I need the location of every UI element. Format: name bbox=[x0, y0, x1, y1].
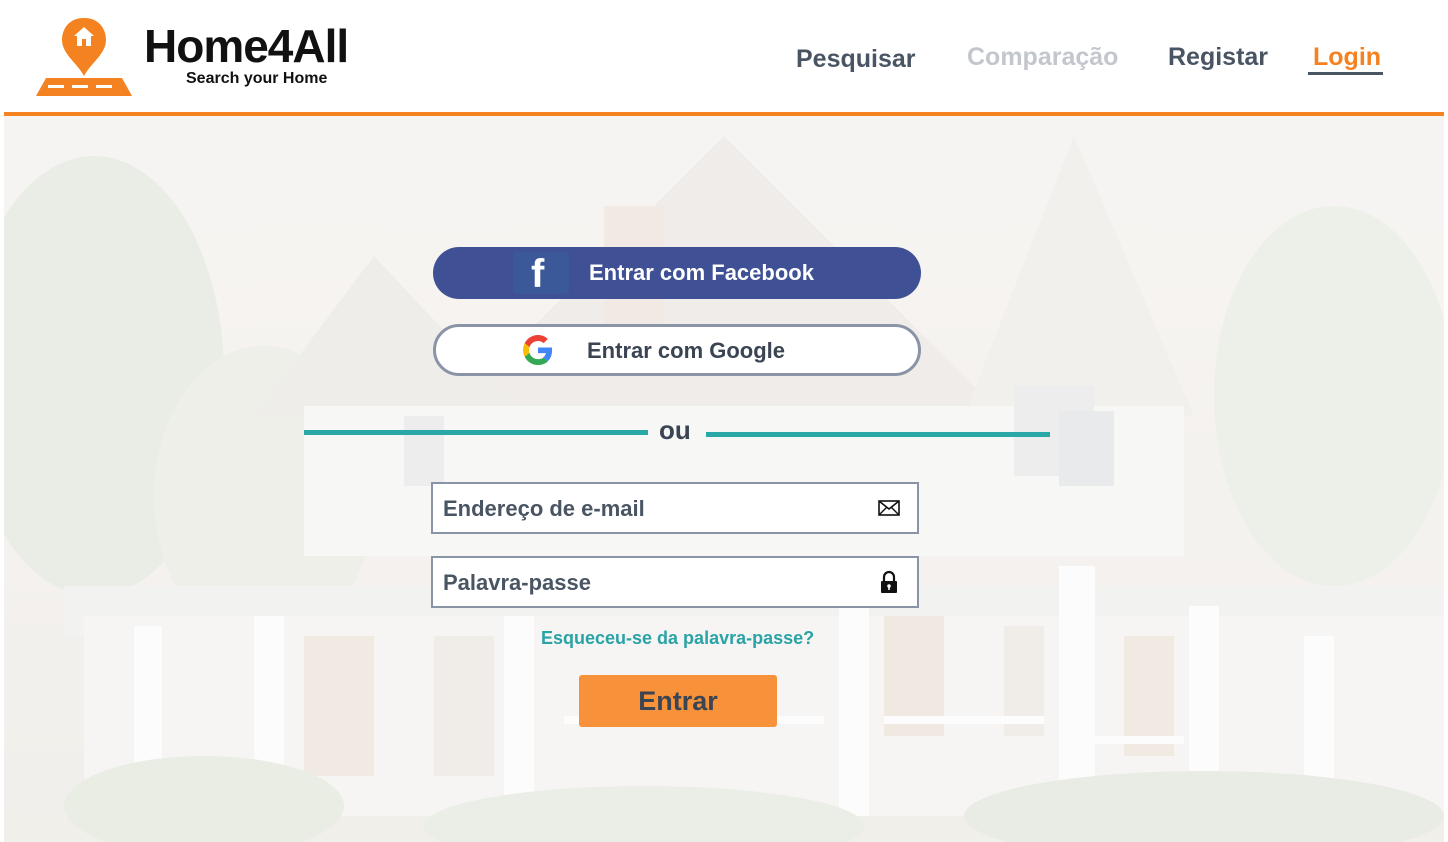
nav-comparacao[interactable]: Comparação bbox=[967, 40, 1118, 74]
nav-login[interactable]: Login bbox=[1313, 40, 1381, 74]
nav-pesquisar[interactable]: Pesquisar bbox=[796, 42, 916, 76]
login-submit-label: Entrar bbox=[638, 686, 718, 716]
google-login-button[interactable]: Entrar com Google bbox=[433, 324, 921, 376]
divider-line-left bbox=[304, 430, 648, 435]
envelope-icon bbox=[878, 500, 900, 516]
password-field[interactable]: Palavra-passe bbox=[431, 556, 919, 608]
hero-background bbox=[4, 116, 1444, 842]
site-header: Home4All Search your Home Pesquisar Comp… bbox=[0, 0, 1448, 112]
brand-tagline: Search your Home bbox=[186, 70, 328, 87]
login-submit-button[interactable]: Entrar bbox=[579, 675, 777, 727]
brand-name: Home4All bbox=[144, 20, 349, 72]
hero-overlay bbox=[4, 116, 1444, 842]
lock-icon bbox=[881, 570, 897, 593]
google-login-label: Entrar com Google bbox=[587, 338, 786, 363]
facebook-login-button[interactable]: f Entrar com Facebook bbox=[433, 247, 921, 299]
active-nav-underline bbox=[1308, 72, 1383, 75]
divider-line-right bbox=[706, 432, 1050, 437]
forgot-password-link[interactable]: Esqueceu-se da palavra-passe? bbox=[541, 626, 814, 650]
map-pin-house-icon[interactable] bbox=[34, 16, 134, 98]
email-field[interactable]: Endereço de e-mail bbox=[431, 482, 919, 534]
facebook-icon: f bbox=[513, 252, 569, 296]
google-icon bbox=[523, 335, 553, 365]
nav-registar[interactable]: Registar bbox=[1168, 40, 1268, 74]
email-placeholder: Endereço de e-mail bbox=[443, 496, 645, 521]
facebook-login-label: Entrar com Facebook bbox=[589, 260, 814, 285]
password-placeholder: Palavra-passe bbox=[443, 570, 591, 595]
divider-text: ou bbox=[659, 415, 691, 445]
